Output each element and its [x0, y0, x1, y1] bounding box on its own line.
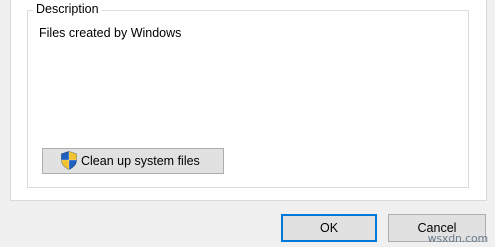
ok-label: OK: [319, 221, 339, 235]
uac-shield-icon: [60, 150, 78, 170]
ok-button[interactable]: OK: [281, 214, 377, 242]
clean-up-system-files-button[interactable]: Clean up system files: [42, 148, 224, 174]
description-legend: Description: [33, 2, 102, 17]
clean-up-system-files-label: Clean up system files: [81, 154, 200, 168]
watermark: wsxdn.com: [427, 232, 489, 245]
disk-cleanup-dialog: Description Files created by Windows Cle…: [0, 0, 495, 247]
description-text: Files created by Windows: [39, 26, 182, 40]
